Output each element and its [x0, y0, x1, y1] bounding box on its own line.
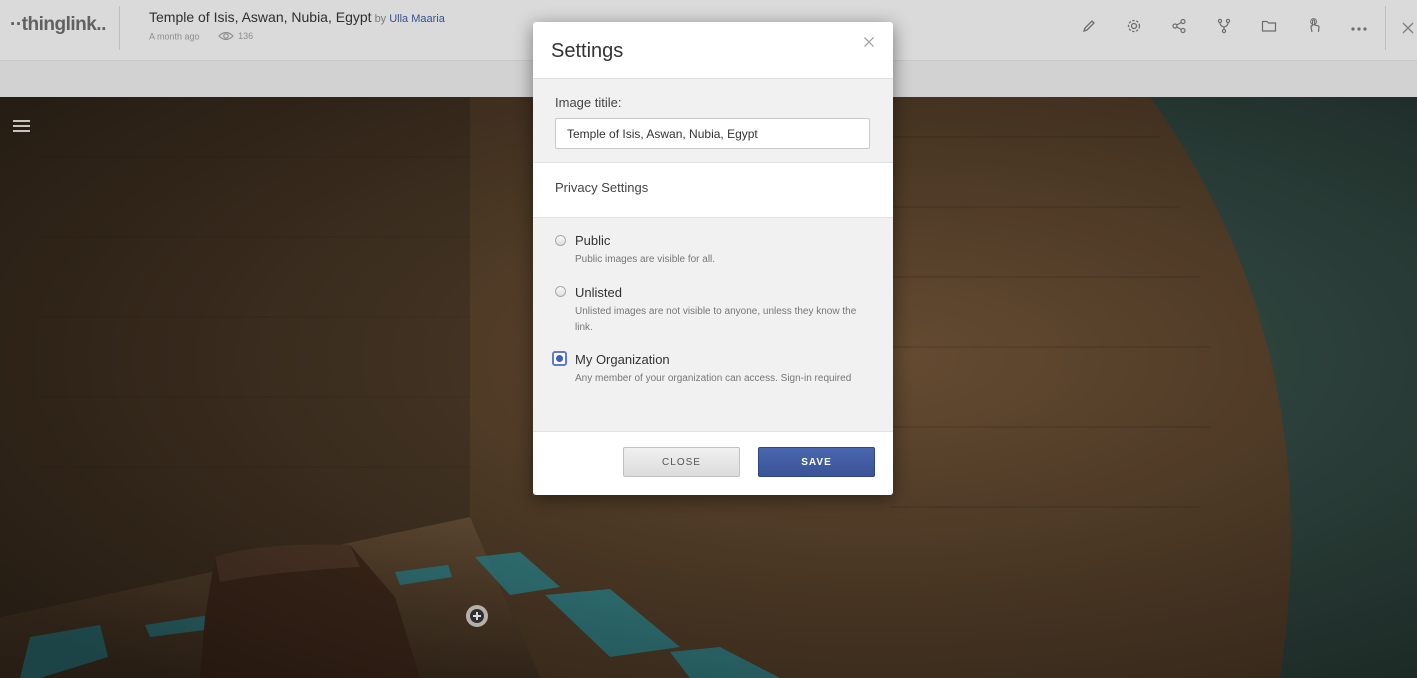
- my-organization-option-desc: Any member of your organization can acce…: [575, 373, 852, 384]
- image-title-label: Image titile:: [555, 95, 622, 110]
- unlisted-option-desc: Unlisted images are not visible to anyon…: [575, 306, 857, 333]
- my-organization-option-label[interactable]: My Organization: [575, 352, 670, 367]
- save-button[interactable]: SAVE: [758, 447, 875, 477]
- public-option-desc: Public images are visible for all.: [575, 254, 716, 265]
- unlisted-option-label[interactable]: Unlisted: [575, 285, 622, 300]
- public-option-label[interactable]: Public: [575, 233, 610, 248]
- dialog-close-button[interactable]: [863, 35, 877, 49]
- close-button[interactable]: CLOSE: [623, 447, 740, 477]
- dialog-title: Settings: [551, 40, 624, 62]
- my-organization-radio[interactable]: [552, 351, 567, 366]
- image-title-input[interactable]: [555, 118, 870, 149]
- public-radio[interactable]: [555, 235, 566, 246]
- close-icon: [863, 35, 875, 52]
- privacy-settings-heading: Privacy Settings: [555, 180, 649, 195]
- unlisted-radio[interactable]: [555, 286, 566, 297]
- dialog-header: Settings: [533, 22, 893, 79]
- settings-dialog: Settings Image titile: Privacy Settings …: [533, 22, 893, 495]
